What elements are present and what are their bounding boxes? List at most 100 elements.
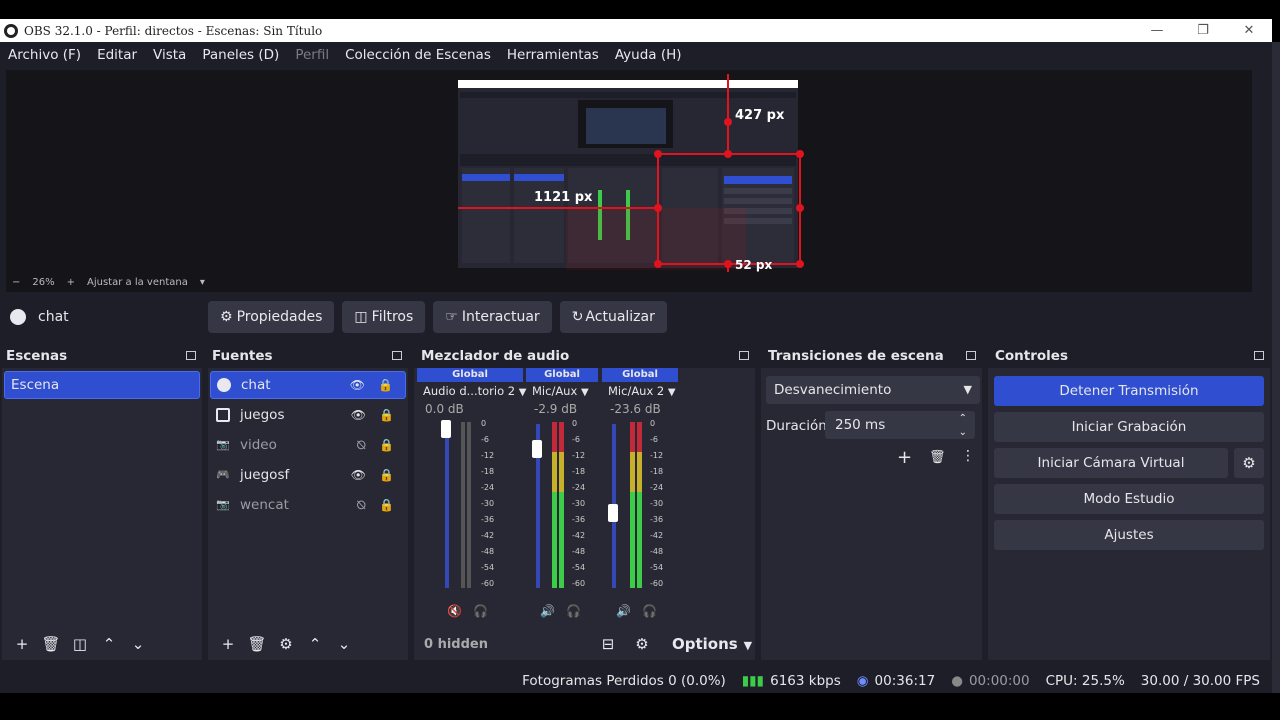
arrow-down-icon[interactable]: ⌄ bbox=[124, 635, 152, 653]
virtual-camera-button[interactable]: Iniciar Cámara Virtual bbox=[994, 448, 1228, 478]
preview-canvas[interactable]: 427 px 1121 px 52 px bbox=[6, 70, 1252, 292]
trash-icon[interactable]: 🗑 bbox=[929, 450, 946, 465]
arrow-up-icon[interactable]: ⌃ bbox=[95, 635, 123, 653]
lock-icon[interactable]: 🔒 bbox=[378, 378, 393, 392]
speaker-icon[interactable]: 🔊 bbox=[616, 604, 631, 618]
close-icon[interactable]: ✕ bbox=[1226, 19, 1272, 42]
menu-archivo[interactable]: Archivo (F) bbox=[8, 47, 81, 63]
svg-text:-42: -42 bbox=[650, 531, 663, 540]
audio-mixer-dock: Mezclador de audio Global Audio d...tori… bbox=[414, 344, 755, 660]
source-item-wencat[interactable]: 📷 wencat ⦰ 🔒 bbox=[210, 491, 406, 519]
svg-text:-6: -6 bbox=[481, 435, 489, 444]
stepper-down-icon[interactable]: ⌄ bbox=[959, 419, 967, 447]
settings-button[interactable]: Ajustes bbox=[994, 520, 1264, 550]
float-icon[interactable] bbox=[392, 351, 402, 360]
menu-vista[interactable]: Vista bbox=[153, 47, 186, 63]
speaker-icon[interactable]: 🔊 bbox=[540, 604, 555, 618]
restore-icon[interactable]: ❐ bbox=[1180, 19, 1226, 42]
channel-meter: 0 -6 -12 -18 -24 -30 -36 -42 -48 -54 -60 bbox=[608, 419, 663, 588]
refresh-icon: ↻ bbox=[571, 309, 584, 325]
menu-editar[interactable]: Editar bbox=[97, 47, 137, 63]
chevron-down-icon[interactable]: ▾ bbox=[200, 277, 205, 288]
transition-select[interactable]: Desvanecimiento ▼ bbox=[766, 376, 980, 404]
svg-text:-60: -60 bbox=[572, 579, 585, 588]
float-icon[interactable] bbox=[966, 351, 976, 360]
lock-icon[interactable]: 🔒 bbox=[379, 408, 394, 422]
menu-herramientas[interactable]: Herramientas bbox=[507, 47, 599, 63]
virtual-camera-gear-icon[interactable]: ⚙ bbox=[1234, 448, 1264, 478]
controls-header: Controles bbox=[988, 344, 1270, 368]
window-scrollbar[interactable] bbox=[1272, 42, 1280, 693]
interact-button[interactable]: ☞ Interactuar bbox=[433, 301, 552, 333]
svg-text:0: 0 bbox=[481, 419, 486, 428]
arrow-up-icon[interactable]: ⌃ bbox=[301, 635, 329, 653]
lock-icon[interactable]: 🔒 bbox=[379, 498, 394, 512]
filter-icon[interactable]: ◫ bbox=[66, 635, 94, 653]
scenes-title: Escenas bbox=[6, 348, 68, 364]
float-icon[interactable] bbox=[739, 351, 749, 360]
studio-mode-button[interactable]: Modo Estudio bbox=[994, 484, 1264, 514]
source-item-juegosf[interactable]: 🎮 juegosf 👁 🔒 bbox=[210, 461, 406, 489]
refresh-button[interactable]: ↻ Actualizar bbox=[559, 301, 667, 333]
options-button[interactable]: Options ▼ bbox=[672, 635, 753, 653]
muted-speaker-icon[interactable]: 🔇 bbox=[447, 604, 462, 618]
layout-icon[interactable]: ⊟ bbox=[594, 635, 622, 653]
menu-ayuda[interactable]: Ayuda (H) bbox=[615, 47, 682, 63]
lock-icon[interactable]: 🔒 bbox=[379, 468, 394, 482]
menu-paneles[interactable]: Paneles (D) bbox=[202, 47, 279, 63]
stream-time: 00:36:17 bbox=[874, 673, 936, 689]
float-icon[interactable] bbox=[1254, 351, 1264, 360]
eye-icon[interactable]: 👁 bbox=[351, 408, 366, 422]
add-transition-icon[interactable]: + bbox=[897, 447, 912, 468]
zoom-in-button[interactable]: + bbox=[67, 277, 75, 288]
eye-icon[interactable]: 👁 bbox=[351, 468, 366, 482]
gear-icon: ⚙ bbox=[220, 309, 233, 325]
arrow-down-icon[interactable]: ⌄ bbox=[330, 635, 358, 653]
more-options-icon[interactable]: ⋮ bbox=[961, 448, 975, 464]
minimize-icon[interactable]: — bbox=[1134, 19, 1180, 42]
sources-header: Fuentes bbox=[208, 344, 408, 368]
headphones-icon[interactable]: 🎧 bbox=[566, 604, 581, 618]
source-item-video[interactable]: 📷 video ⦰ 🔒 bbox=[210, 431, 406, 459]
eye-slash-icon[interactable]: ⦰ bbox=[356, 438, 366, 453]
duration-input[interactable]: 250 ms ⌃ ⌄ bbox=[825, 411, 975, 439]
channel-name-text: Audio d...torio 2 bbox=[423, 384, 516, 398]
add-scene-icon[interactable]: + bbox=[8, 635, 36, 653]
channel-name[interactable]: Mic/Aux ▼ bbox=[526, 382, 598, 400]
svg-text:-42: -42 bbox=[481, 531, 494, 540]
zoom-out-button[interactable]: − bbox=[12, 277, 20, 288]
menu-coleccion-escenas[interactable]: Colección de Escenas bbox=[345, 47, 491, 63]
scene-item[interactable]: Escena bbox=[4, 371, 200, 399]
svg-text:-30: -30 bbox=[481, 499, 494, 508]
svg-text:0: 0 bbox=[572, 419, 577, 428]
trash-icon[interactable]: 🗑 bbox=[243, 635, 271, 653]
eye-icon[interactable]: 👁 bbox=[350, 378, 365, 392]
headphones-icon[interactable]: 🎧 bbox=[473, 604, 488, 618]
properties-button[interactable]: ⚙ Propiedades bbox=[208, 301, 335, 333]
gear-icon[interactable]: ⚙ bbox=[272, 635, 300, 653]
source-item-chat[interactable]: chat 👁 🔒 bbox=[210, 371, 406, 399]
float-icon[interactable] bbox=[186, 351, 196, 360]
source-item-juegos[interactable]: juegos 👁 🔒 bbox=[210, 401, 406, 429]
channel-name[interactable]: Mic/Aux 2 ▼ bbox=[602, 382, 678, 400]
stop-stream-button[interactable]: Detener Transmisión bbox=[994, 376, 1264, 406]
record-icon: ● bbox=[951, 673, 963, 689]
channel-name[interactable]: Audio d...torio 2 ▼ bbox=[417, 382, 526, 400]
hidden-count[interactable]: 0 hidden bbox=[424, 637, 488, 652]
status-bar: Fotogramas Perdidos 0 (0.0%) ▮▮▮ 6163 kb… bbox=[0, 669, 1272, 693]
eye-slash-icon[interactable]: ⦰ bbox=[356, 498, 366, 513]
add-source-icon[interactable]: + bbox=[214, 635, 242, 653]
zoom-mode-select[interactable]: Ajustar a la ventana bbox=[87, 277, 188, 288]
menu-perfil[interactable]: Perfil bbox=[295, 47, 329, 63]
start-record-button[interactable]: Iniciar Grabación bbox=[994, 412, 1264, 442]
svg-text:-12: -12 bbox=[481, 451, 494, 460]
lock-icon[interactable]: 🔒 bbox=[379, 438, 394, 452]
trash-icon[interactable]: 🗑 bbox=[37, 635, 65, 653]
advanced-gear-icon[interactable]: ⚙ bbox=[628, 635, 656, 653]
headphones-icon[interactable]: 🎧 bbox=[642, 604, 657, 618]
filters-button[interactable]: ◫ Filtros bbox=[342, 301, 426, 333]
fps: 30.00 / 30.00 FPS bbox=[1140, 673, 1260, 689]
camera-icon: 📷 bbox=[216, 438, 230, 451]
svg-text:-48: -48 bbox=[481, 547, 494, 556]
channel-name-text: Mic/Aux bbox=[532, 384, 578, 398]
